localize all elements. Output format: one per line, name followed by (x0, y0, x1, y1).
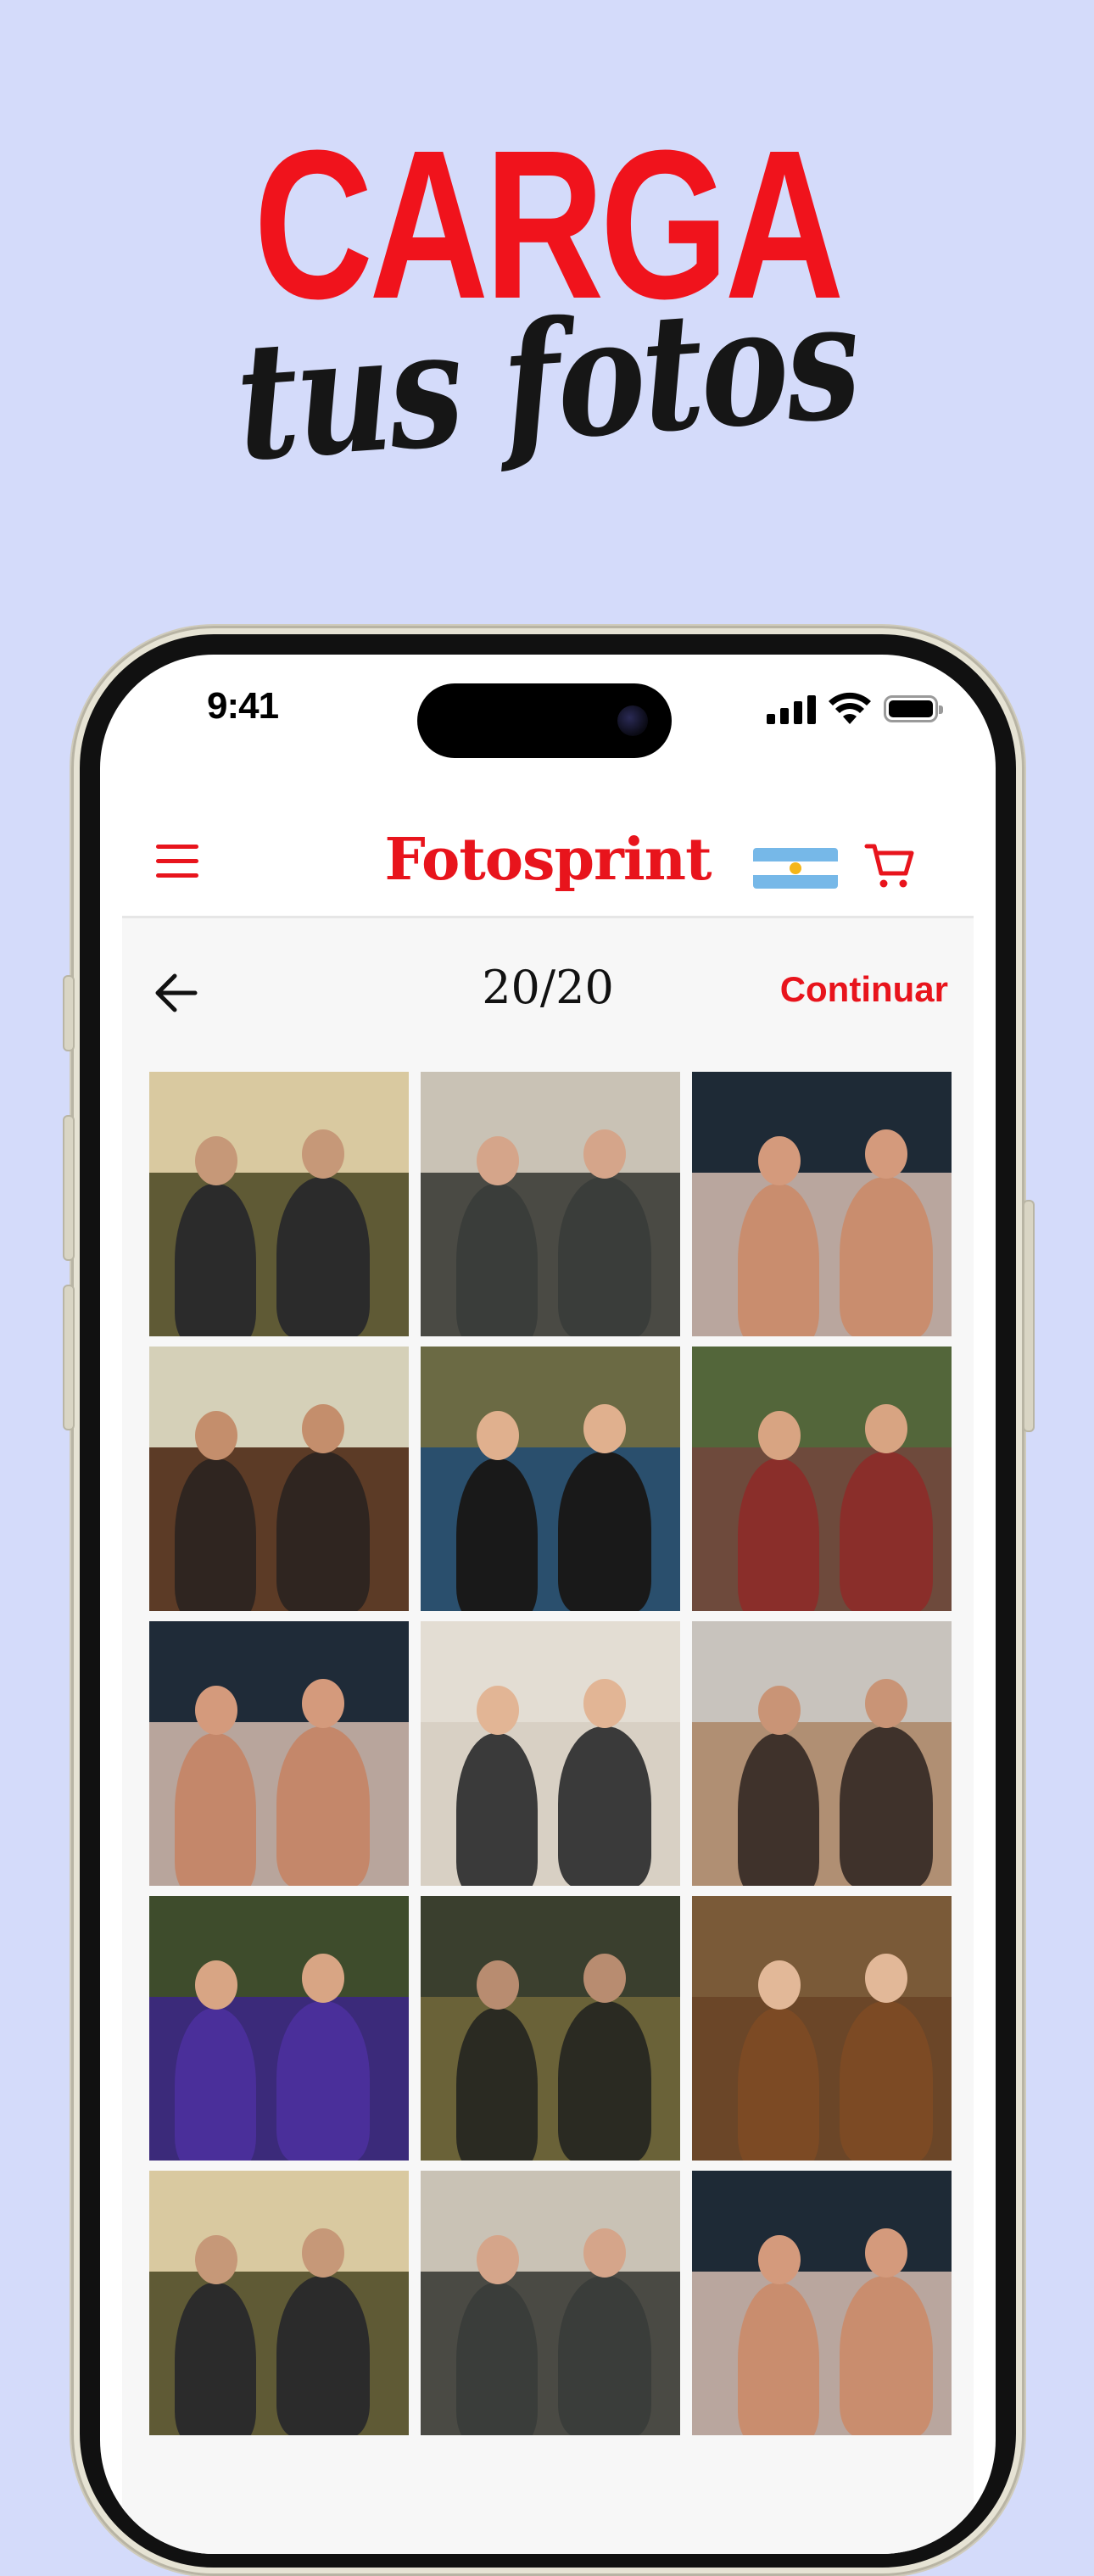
photo-thumbnail[interactable] (149, 2171, 409, 2435)
status-time: 9:41 (207, 685, 279, 727)
photo-thumbnail[interactable] (421, 1347, 680, 1611)
wifi-icon (829, 692, 871, 724)
photo-thumbnail[interactable] (149, 1896, 409, 2161)
phone-volume-up-button (63, 1115, 75, 1261)
photo-thumbnail[interactable] (149, 1621, 409, 1886)
photo-thumbnail[interactable] (149, 1347, 409, 1611)
brand-logo[interactable]: Fotosprint (122, 826, 974, 894)
cart-icon[interactable] (863, 839, 916, 892)
phone-action-button (63, 975, 75, 1051)
photo-thumbnail[interactable] (692, 2171, 952, 2435)
phone-power-button (1023, 1200, 1035, 1432)
photo-selection-panel: 20/20 Continuar (122, 918, 974, 2554)
phone-screen: 9:41 Fotosprint 20/20 Continuar (100, 655, 996, 2554)
photo-thumbnail[interactable] (421, 1896, 680, 2161)
promo-headline: CARGA tus fotos (0, 119, 1094, 498)
photo-thumbnail[interactable] (692, 1621, 952, 1886)
dynamic-island (417, 683, 672, 758)
photo-thumbnail[interactable] (421, 1072, 680, 1336)
photo-grid (149, 1072, 952, 2435)
photo-thumbnail[interactable] (692, 1072, 952, 1336)
photo-thumbnail[interactable] (692, 1896, 952, 2161)
photo-thumbnail[interactable] (692, 1347, 952, 1611)
phone-volume-down-button (63, 1285, 75, 1430)
photo-thumbnail[interactable] (421, 1621, 680, 1886)
camera-icon (617, 705, 648, 736)
continue-button[interactable]: Continuar (780, 969, 948, 1010)
signal-icon (767, 694, 816, 724)
photo-thumbnail[interactable] (421, 2171, 680, 2435)
argentina-flag-icon[interactable] (753, 848, 838, 889)
app-header: Fotosprint (122, 807, 974, 918)
photo-thumbnail[interactable] (149, 1072, 409, 1336)
battery-icon (884, 695, 943, 722)
